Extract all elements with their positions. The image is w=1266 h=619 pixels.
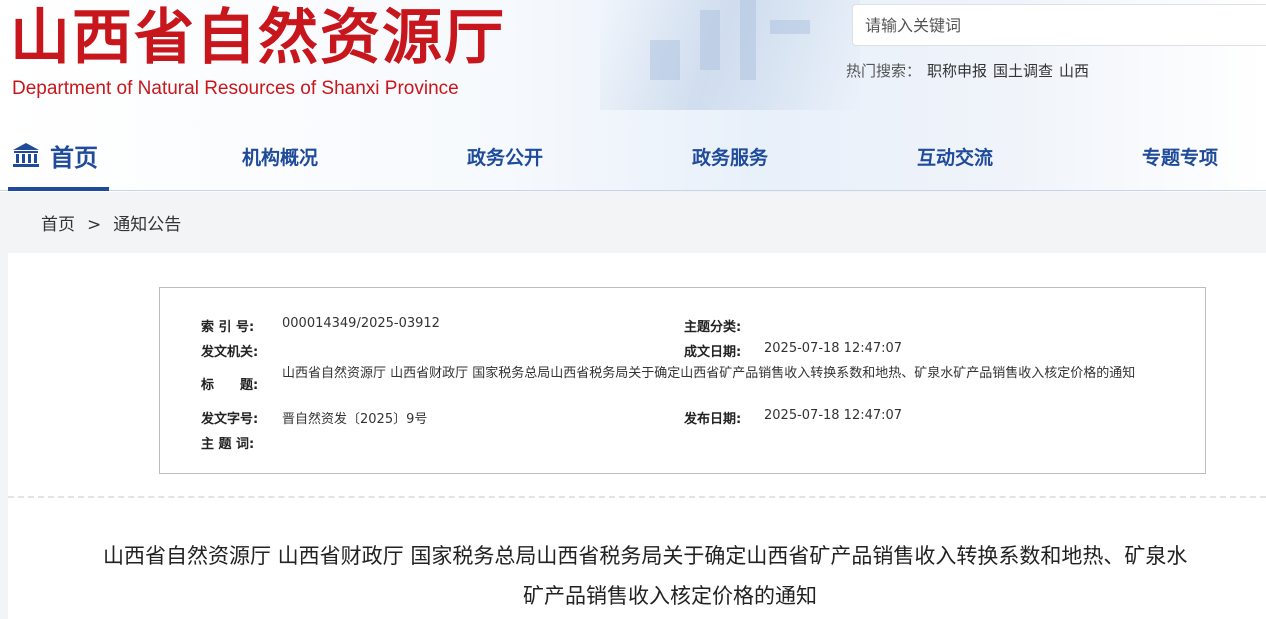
topic-category-label: 主题分类: [684,320,742,335]
search-box[interactable] [852,4,1266,46]
nav-home-label: 首页 [50,144,98,172]
document-number-label: 发文字号: [201,412,259,427]
title-label: 标 题: [201,378,259,393]
document-title: 山西省自然资源厅 山西省财政厅 国家税务总局山西省税务局关于确定山西省矿产品销售… [103,536,1266,616]
nav-item-home[interactable]: 首页 [8,124,109,191]
hot-searches: 热门搜索： 职称申报 国土调查 山西 [846,60,1089,81]
content-divider [8,496,1266,498]
published-date-label: 发布日期: [684,412,742,427]
nav-item-government-services[interactable]: 政务服务 [692,143,768,170]
index-number-label: 索 引 号: [201,320,255,335]
nav-item-special-topics[interactable]: 专题专项 [1142,143,1218,170]
header-decoration-bar [740,0,756,80]
breadcrumb-home[interactable]: 首页 [41,215,75,235]
header-decoration [600,0,860,110]
home-icon [13,143,39,167]
search-input[interactable] [853,5,1266,45]
document-metadata-box: 索 引 号: 000014349/2025-03912 主题分类: 发文机关: … [159,287,1206,474]
site-logo-en: Department of Natural Resources of Shanx… [12,78,459,99]
content-area: 索 引 号: 000014349/2025-03912 主题分类: 发文机关: … [8,253,1266,619]
keywords-label: 主 题 词: [201,437,255,452]
document-title-line-2: 矿产品销售收入核定价格的通知 [523,584,817,608]
document-title-line-1: 山西省自然资源厅 山西省财政厅 国家税务总局山西省税务局关于确定山西省矿产品销售… [103,544,1188,568]
index-number-value: 000014349/2025-03912 [282,316,440,331]
header-decoration-bar [650,40,680,80]
breadcrumb-current[interactable]: 通知公告 [113,215,181,235]
site-logo-cn[interactable]: 山西省自然资源厅 [10,2,506,74]
hot-link-land-survey[interactable]: 国土调查 [993,62,1053,80]
created-date-value: 2025-07-18 12:47:07 [764,341,903,356]
published-date-value: 2025-07-18 12:47:07 [764,408,903,423]
nav-item-government-affairs[interactable]: 政务公开 [467,143,543,170]
issuing-authority-label: 发文机关: [201,345,259,360]
hot-link-title-application[interactable]: 职称申报 [927,62,987,80]
nav-item-organization[interactable]: 机构概况 [242,143,318,170]
header-decoration-bar [700,10,720,70]
nav-item-interaction[interactable]: 互动交流 [917,143,993,170]
breadcrumb: 首页 > 通知公告 [41,210,181,235]
created-date-label: 成文日期: [684,345,742,360]
title-value: 山西省自然资源厅 山西省财政厅 国家税务总局山西省税务局关于确定山西省矿产品销售… [282,366,1136,381]
hot-link-shanxi[interactable]: 山西 [1059,62,1089,80]
nav-divider [0,190,1266,191]
site-header: 山西省自然资源厅 Department of Natural Resources… [0,0,1266,192]
hot-searches-label: 热门搜索： [846,62,922,80]
header-decoration-bar [770,20,810,34]
document-number-value: 晋自然资发〔2025〕9号 [282,412,428,427]
breadcrumb-separator: > [87,215,102,235]
